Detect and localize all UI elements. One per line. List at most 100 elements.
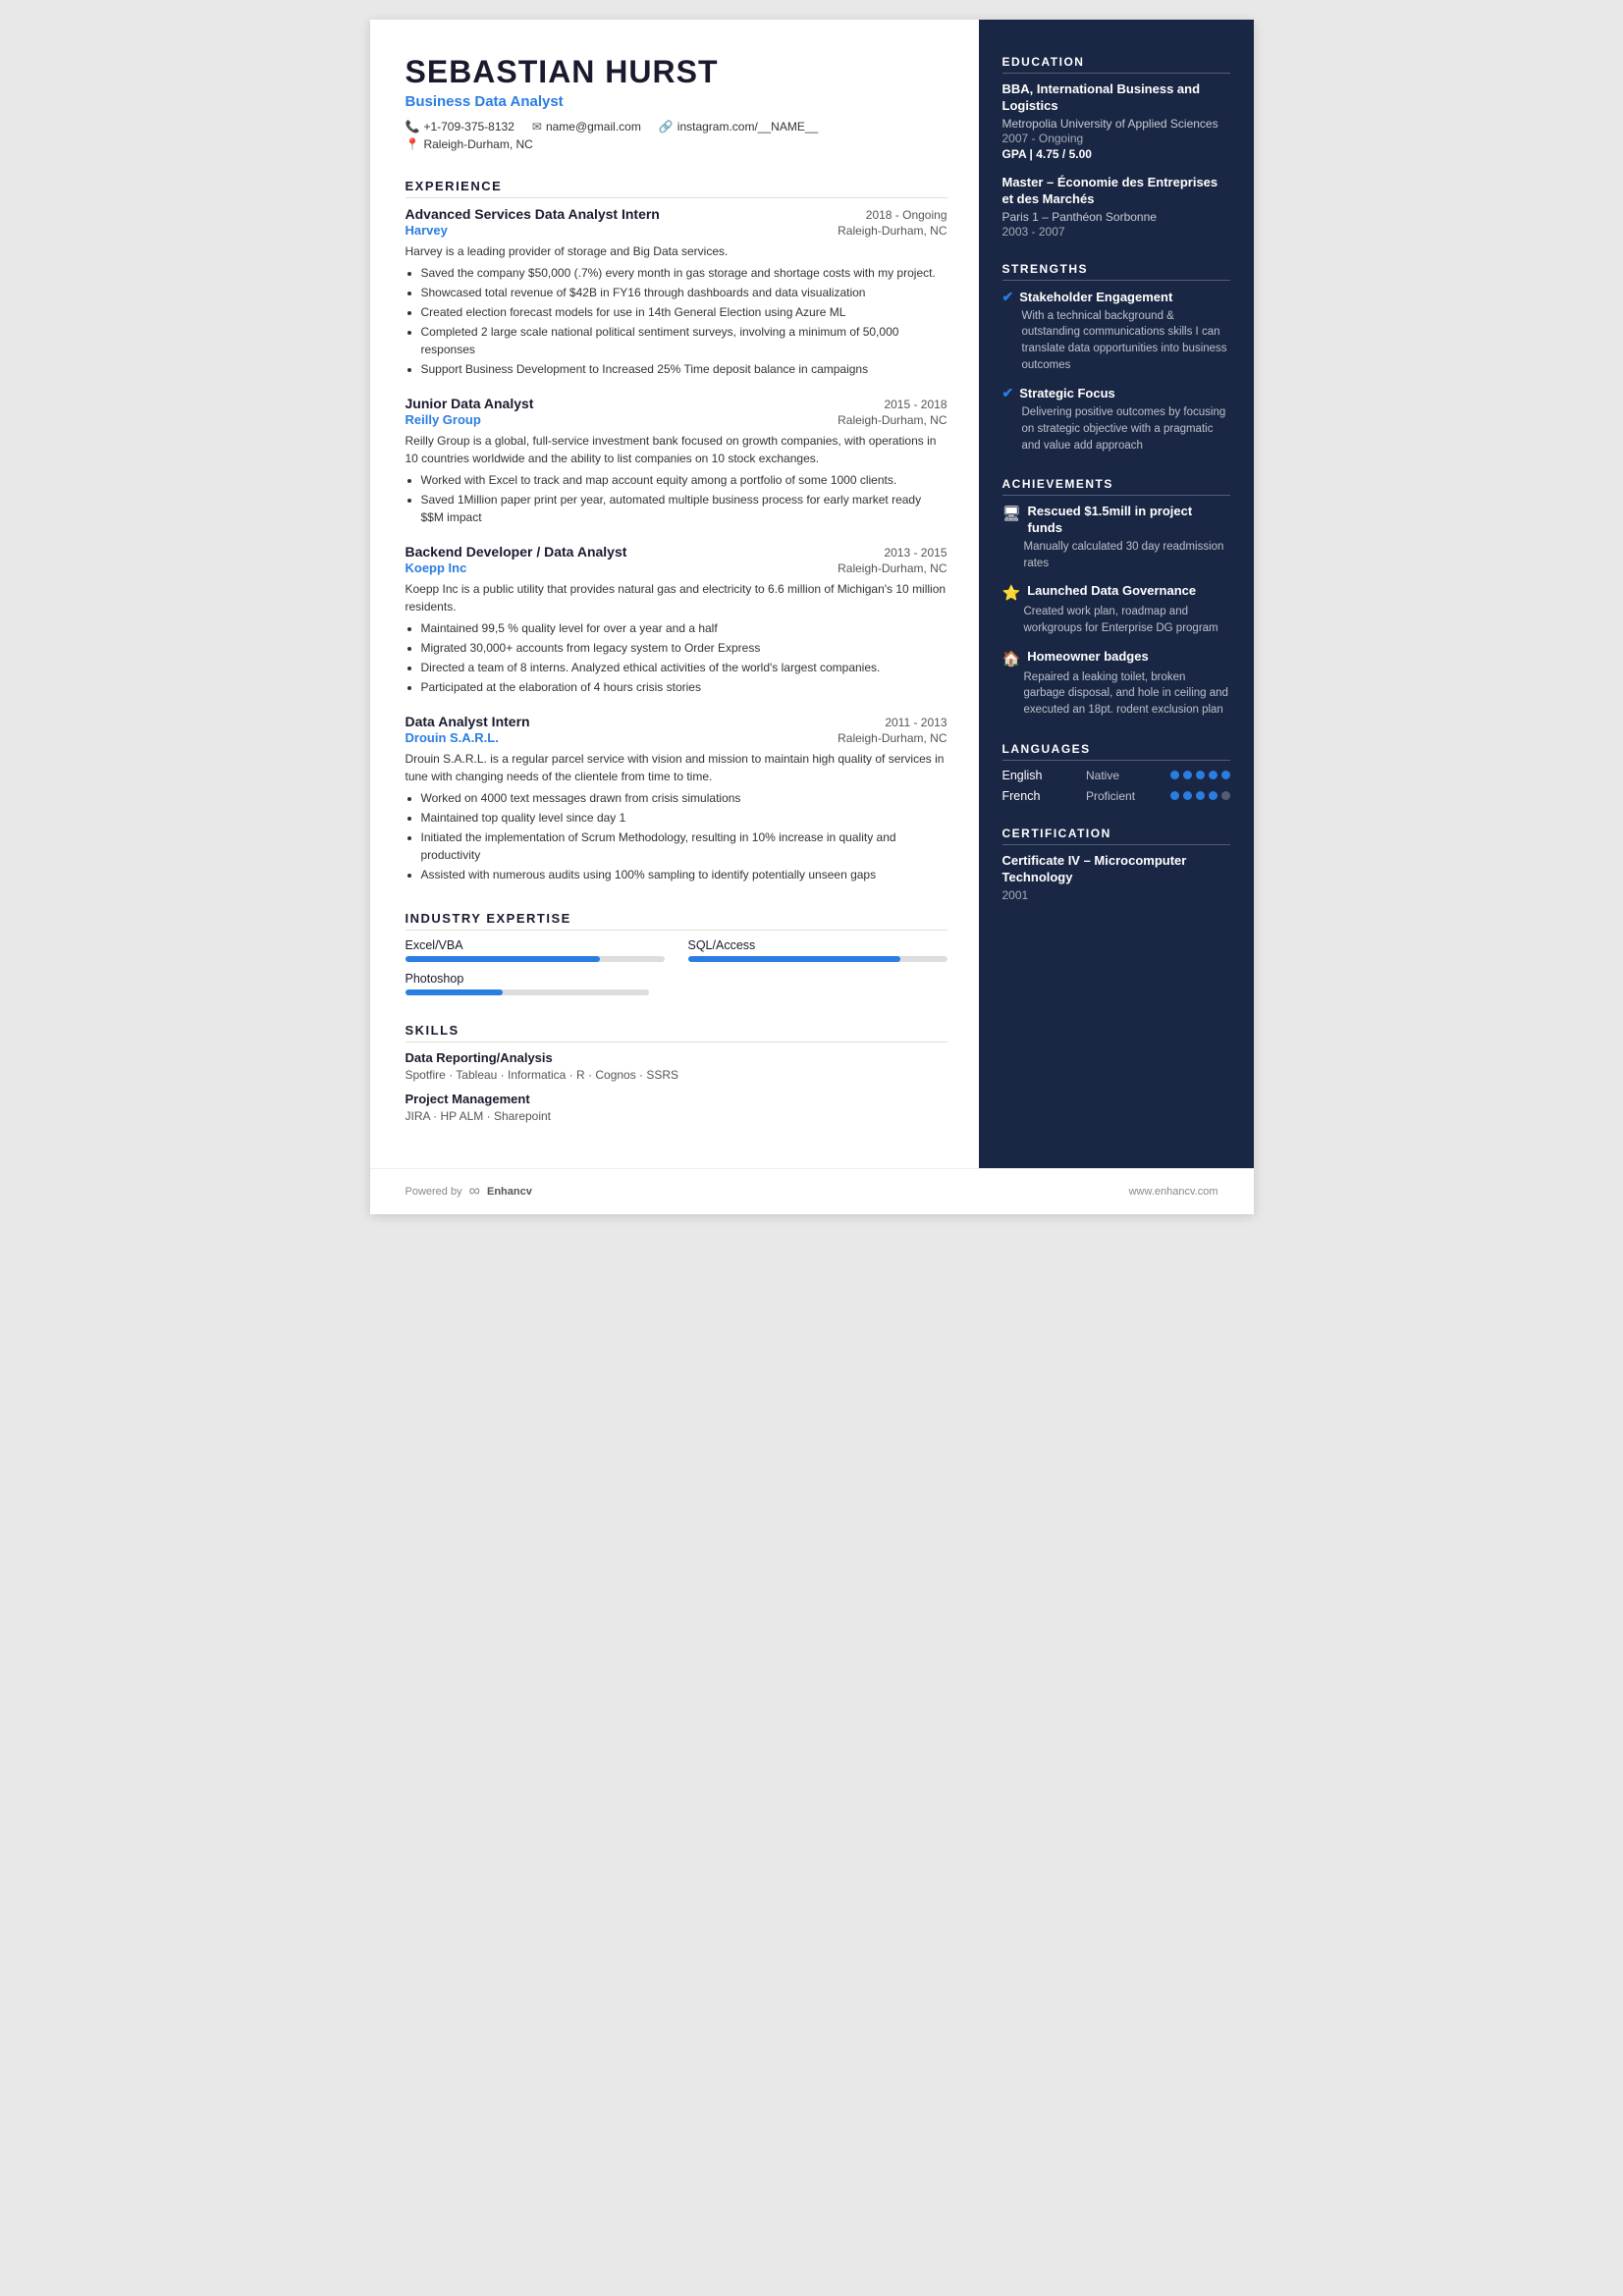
skill-sql: SQL/Access [688,938,947,962]
education-section-title: EDUCATION [1002,55,1230,74]
dot-5 [1221,771,1230,779]
footer-left: Powered by ∞ Enhancv [406,1183,532,1201]
list-item: Worked on 4000 text messages drawn from … [421,789,947,807]
lang-english-dots [1170,771,1230,779]
powered-by-label: Powered by [406,1186,462,1198]
resume-header: SEBASTIAN HURST Business Data Analyst 📞 … [406,55,947,151]
location-icon: 📍 [406,137,420,151]
dot-3 [1196,791,1205,800]
email-address: name@gmail.com [546,120,641,133]
achievement-3-desc: Repaired a leaking toilet, broken garbag… [1002,669,1230,719]
job-2-header: Junior Data Analyst 2015 - 2018 [406,396,947,411]
edu-1: BBA, International Business and Logistic… [1002,81,1230,161]
gpa-label: GPA | [1002,147,1037,161]
job-4: Data Analyst Intern 2011 - 2013 Drouin S… [406,714,947,883]
phone-icon: 📞 [406,120,420,133]
skill-photoshop-bar-bg [406,989,649,995]
dot-2 [1183,791,1192,800]
skill-excel-bar-bg [406,956,665,962]
edu-2-school: Paris 1 – Panthéon Sorbonne [1002,210,1230,224]
gpa-max: 5.00 [1069,147,1092,161]
languages-section-title: LANGUAGES [1002,742,1230,761]
achievement-2: ⭐ Launched Data Governance Created work … [1002,583,1230,636]
skill-sql-bar-bg [688,956,947,962]
right-column: EDUCATION BBA, International Business an… [979,20,1254,1168]
skill-photoshop-label: Photoshop [406,972,649,986]
job-2-bullets: Worked with Excel to track and map accou… [406,471,947,526]
skill-row-1: Excel/VBA SQL/Access [406,938,947,962]
dot-1 [1170,791,1179,800]
list-item: Initiated the implementation of Scrum Me… [421,828,947,864]
phone-item: 📞 +1-709-375-8132 [406,120,514,133]
edu-2-degree: Master – Économie des Entreprises et des… [1002,175,1230,208]
job-3-subheader: Koepp Inc Raleigh-Durham, NC [406,561,947,575]
skills-block-1: Data Reporting/Analysis Spotfire · Table… [406,1050,947,1082]
job-3-date: 2013 - 2015 [884,546,947,560]
list-item: Completed 2 large scale national politic… [421,323,947,358]
list-item: Assisted with numerous audits using 100%… [421,866,947,883]
achievement-3-title-row: 🏠 Homeowner badges [1002,649,1230,667]
strength-1: ✔ Stakeholder Engagement With a technica… [1002,289,1230,374]
dot-4 [1209,791,1217,800]
achievement-1-icon: 🖥 [1002,505,1021,522]
list-item: Participated at the elaboration of 4 hou… [421,678,947,696]
achievement-1-title-row: 🖥 Rescued $1.5mill in project funds [1002,504,1230,537]
certification-section-title: CERTIFICATION [1002,827,1230,845]
list-item: Saved the company $50,000 (.7%) every mo… [421,264,947,282]
phone-number: +1-709-375-8132 [423,120,514,133]
list-item: Maintained top quality level since day 1 [421,809,947,827]
job-4-company: Drouin S.A.R.L. [406,730,499,745]
achievement-1-desc: Manually calculated 30 day readmission r… [1002,539,1230,571]
job-2-location: Raleigh-Durham, NC [838,413,947,427]
instagram-handle: instagram.com/__NAME__ [677,120,818,133]
strength-1-check-icon: ✔ [1002,289,1014,305]
job-2-subheader: Reilly Group Raleigh-Durham, NC [406,412,947,427]
achievement-3-icon: 🏠 [1002,650,1021,667]
job-3-bullets: Maintained 99,5 % quality level for over… [406,619,947,696]
list-item: Migrated 30,000+ accounts from legacy sy… [421,639,947,657]
achievement-2-icon: ⭐ [1002,584,1021,602]
gpa-sep: / [1059,147,1069,161]
strength-1-title: Stakeholder Engagement [1019,290,1172,304]
job-1-location: Raleigh-Durham, NC [838,224,947,238]
job-4-header: Data Analyst Intern 2011 - 2013 [406,714,947,729]
skill-sql-bar-fill [688,956,900,962]
job-1-subheader: Harvey Raleigh-Durham, NC [406,223,947,238]
list-item: Directed a team of 8 interns. Analyzed e… [421,659,947,676]
lang-french-level: Proficient [1086,789,1149,803]
cert-1-year: 2001 [1002,888,1230,902]
footer: Powered by ∞ Enhancv www.enhancv.com [370,1168,1254,1214]
job-1-company: Harvey [406,223,448,238]
achievement-3: 🏠 Homeowner badges Repaired a leaking to… [1002,649,1230,719]
job-1-description: Harvey is a leading provider of storage … [406,242,947,260]
job-2-description: Reilly Group is a global, full-service i… [406,432,947,467]
main-content: SEBASTIAN HURST Business Data Analyst 📞 … [370,20,1254,1168]
footer-website: www.enhancv.com [1129,1186,1218,1198]
job-1-header: Advanced Services Data Analyst Intern 20… [406,206,947,222]
job-4-role: Data Analyst Intern [406,714,530,729]
instagram-icon: 🔗 [659,120,674,133]
job-3-description: Koepp Inc is a public utility that provi… [406,580,947,615]
skill-photoshop: Photoshop [406,972,649,995]
job-4-date: 2011 - 2013 [885,716,947,729]
contact-row: 📞 +1-709-375-8132 ✉ name@gmail.com 🔗 ins… [406,120,947,133]
achievement-3-title: Homeowner badges [1027,649,1149,666]
skills-block-2-tools: JIRA · HP ALM · Sharepoint [406,1109,947,1123]
dot-5 [1221,791,1230,800]
strength-1-title-row: ✔ Stakeholder Engagement [1002,289,1230,305]
strength-2-check-icon: ✔ [1002,385,1014,401]
skills-block-2: Project Management JIRA · HP ALM · Share… [406,1092,947,1123]
dot-1 [1170,771,1179,779]
dot-4 [1209,771,1217,779]
job-3-header: Backend Developer / Data Analyst 2013 - … [406,544,947,560]
lang-french-dots [1170,791,1230,800]
skill-excel-bar-fill [406,956,600,962]
job-2-role: Junior Data Analyst [406,396,534,411]
lang-french-name: French [1002,789,1065,803]
edu-2: Master – Économie des Entreprises et des… [1002,175,1230,239]
job-2-date: 2015 - 2018 [884,398,947,411]
skill-bars: Excel/VBA SQL/Access Photoshop [406,938,947,995]
job-2-company: Reilly Group [406,412,481,427]
list-item: Saved 1Million paper print per year, aut… [421,491,947,526]
job-3-company: Koepp Inc [406,561,467,575]
